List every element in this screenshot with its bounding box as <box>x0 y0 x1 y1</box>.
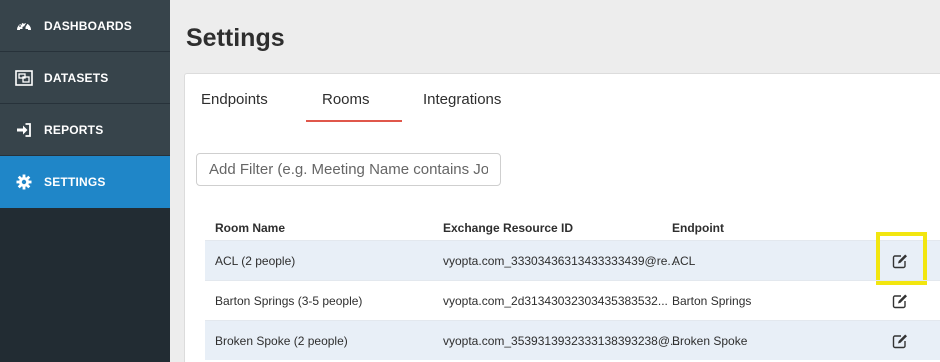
endpoint-cell: ACL <box>672 254 696 268</box>
table-row: Broken Spoke (2 people) vyopta.com_35393… <box>205 320 940 360</box>
tab-integrations[interactable]: Integrations <box>423 91 501 108</box>
column-header-exchange-resource-id[interactable]: Exchange Resource ID <box>443 221 573 235</box>
tab-endpoints[interactable]: Endpoints <box>201 91 268 108</box>
endpoint-cell: Broken Spoke <box>672 334 748 348</box>
column-header-room-name[interactable]: Room Name <box>215 221 285 235</box>
sidebar-item-label: REPORTS <box>44 122 104 137</box>
table-header: Room Name Exchange Resource ID Endpoint <box>205 214 940 240</box>
room-name-cell: ACL (2 people) <box>215 254 296 268</box>
resource-id-cell: vyopta.com_3539313932333138393238@... <box>443 334 681 348</box>
highlight-box <box>876 232 927 285</box>
room-name-cell: Broken Spoke (2 people) <box>215 334 348 348</box>
sidebar: DASHBOARDS DATASETS REPORTS SETTINGS <box>0 0 170 362</box>
sidebar-item-datasets[interactable]: DATASETS <box>0 52 170 104</box>
resource-id-cell: vyopta.com_33303436313433333439@re... <box>443 254 678 268</box>
filter-field <box>196 153 501 186</box>
sidebar-item-label: DASHBOARDS <box>44 18 133 33</box>
table-row: ACL (2 people) vyopta.com_33303436313433… <box>205 232 940 285</box>
active-tab-indicator <box>306 120 402 122</box>
rooms-table: Room Name Exchange Resource ID Endpoint … <box>205 214 940 360</box>
edit-icon[interactable] <box>892 293 908 309</box>
main-content: Settings Endpoints Rooms Integrations Ro… <box>170 0 940 362</box>
filter-input[interactable] <box>197 154 500 185</box>
settings-panel: Endpoints Rooms Integrations Room Name E… <box>184 73 940 362</box>
column-header-endpoint[interactable]: Endpoint <box>672 221 724 235</box>
sidebar-item-label: SETTINGS <box>44 174 106 189</box>
page-title: Settings <box>186 24 285 52</box>
gear-icon <box>0 174 44 190</box>
resource-id-cell: vyopta.com_2d31343032303435383532... <box>443 294 668 308</box>
datasets-icon <box>0 69 44 86</box>
sidebar-item-reports[interactable]: REPORTS <box>0 104 170 156</box>
gauge-icon <box>0 18 44 34</box>
sidebar-item-settings[interactable]: SETTINGS <box>0 156 170 208</box>
tab-rooms[interactable]: Rooms <box>322 91 370 108</box>
sign-in-icon <box>0 122 44 138</box>
sidebar-item-label: DATASETS <box>44 70 109 85</box>
edit-icon[interactable] <box>892 333 908 349</box>
endpoint-cell: Barton Springs <box>672 294 752 308</box>
sidebar-item-dashboards[interactable]: DASHBOARDS <box>0 0 170 52</box>
table-row: Barton Springs (3-5 people) vyopta.com_2… <box>205 280 940 320</box>
room-name-cell: Barton Springs (3-5 people) <box>215 294 363 308</box>
